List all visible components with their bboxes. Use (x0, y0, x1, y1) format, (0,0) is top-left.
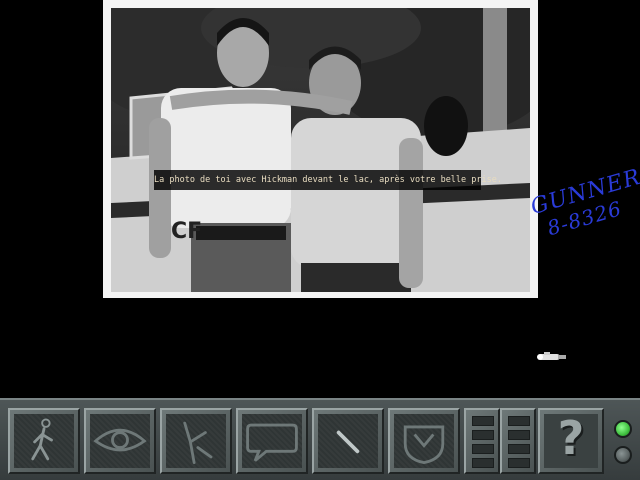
bag-icon (403, 425, 445, 465)
help-button[interactable]: ? (538, 408, 604, 474)
hand-icon (183, 421, 213, 465)
game-viewport[interactable]: CF GUNNER 8-8326 La photo de toi avec Hi… (0, 0, 640, 398)
talk-button[interactable] (236, 408, 308, 474)
item-button[interactable] (312, 408, 384, 474)
svg-text:CF: CF (171, 219, 202, 244)
verb-toolbar: ? (0, 398, 640, 480)
look-button[interactable] (84, 408, 156, 474)
walk-button[interactable] (8, 408, 80, 474)
photo-inscription: GUNNER 8-8326 (528, 165, 640, 283)
use-button[interactable] (160, 408, 232, 474)
eye-icon (93, 428, 147, 452)
dialogue-caption: La photo de toi avec Hickman devant le l… (154, 170, 502, 190)
photo-closeup: CF GUNNER 8-8326 (103, 0, 640, 298)
walking-man-icon (31, 418, 53, 461)
inventory-button[interactable] (388, 408, 460, 474)
status-light-green (614, 420, 632, 438)
scroll-up-button[interactable] (464, 408, 500, 474)
pointer-cursor-icon (537, 352, 566, 360)
scroll-down-button[interactable] (500, 408, 536, 474)
inventory-item-icon (336, 430, 360, 454)
question-mark-icon: ? (557, 411, 585, 465)
photograph: CF (111, 8, 530, 292)
speech-bubble-icon (246, 423, 298, 462)
status-light-off (614, 446, 632, 464)
